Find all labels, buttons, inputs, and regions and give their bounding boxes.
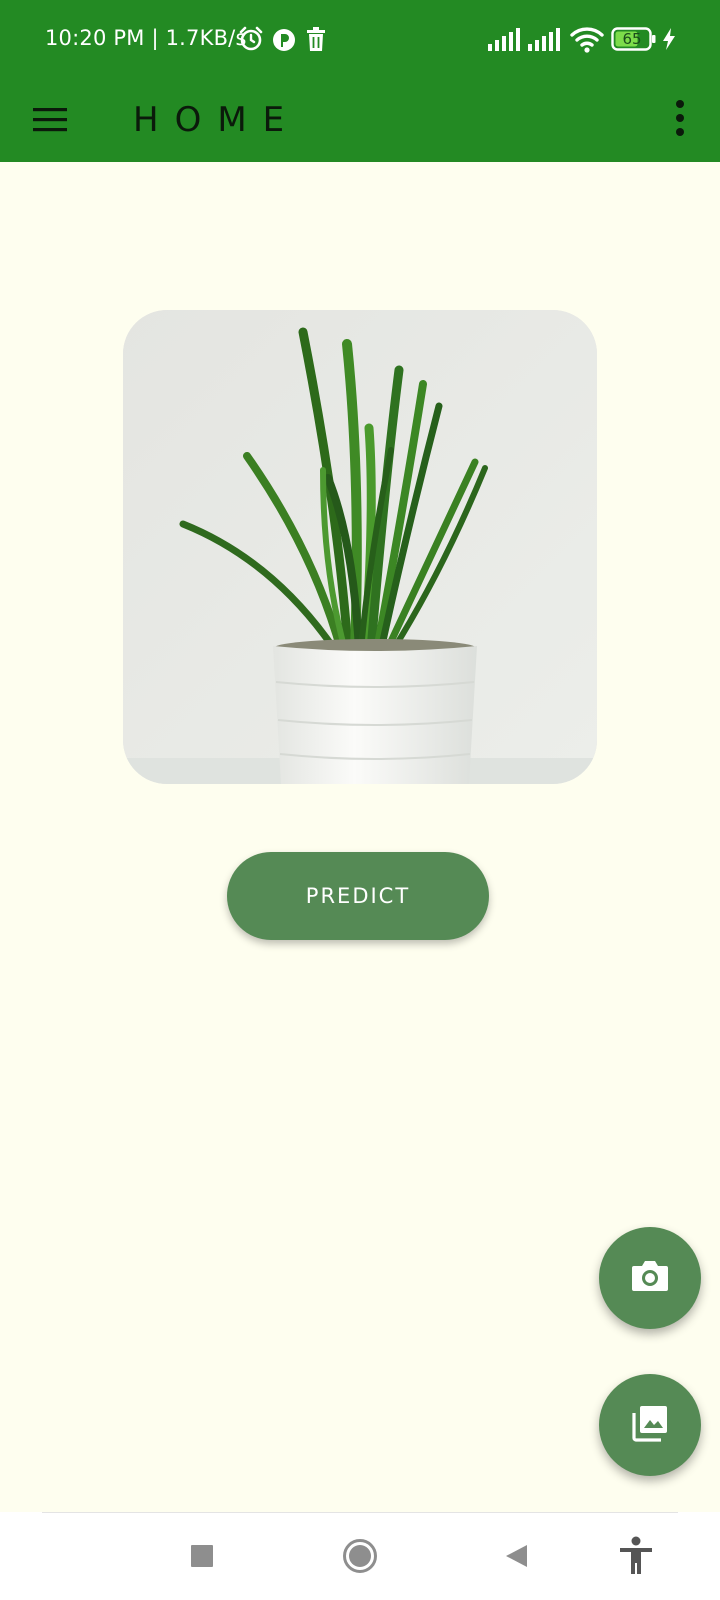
predict-button[interactable]: PREDICT (227, 852, 489, 940)
gallery-button[interactable] (599, 1374, 701, 1476)
plant-image (123, 310, 597, 784)
back-triangle-icon[interactable] (490, 1530, 542, 1582)
charging-icon (662, 28, 676, 54)
wifi-icon (570, 25, 604, 57)
nav-divider (42, 1512, 678, 1513)
more-vert-icon[interactable] (662, 94, 698, 142)
page-title: HOME (133, 100, 301, 140)
hamburger-menu-icon[interactable] (30, 100, 72, 142)
gallery-icon (630, 1403, 670, 1447)
app-notification-icon (271, 27, 297, 57)
screen: 10:20 PM | 1.7KB/s 65 HOME PREDICT (0, 0, 720, 1600)
signal-icon (488, 27, 522, 55)
alarm-icon (238, 26, 264, 56)
app-bar: HOME (0, 80, 720, 162)
navigation-bar (0, 1512, 720, 1600)
accessibility-icon[interactable] (610, 1530, 662, 1582)
camera-button[interactable] (599, 1227, 701, 1329)
trash-icon (305, 27, 327, 57)
signal-icon (528, 27, 562, 55)
predict-button-label: PREDICT (305, 884, 411, 908)
battery-level: 65 (622, 30, 642, 48)
recents-square-icon[interactable] (176, 1530, 228, 1582)
status-bar: 10:20 PM | 1.7KB/s 65 (0, 0, 720, 80)
home-circle-icon[interactable] (334, 1530, 386, 1582)
battery-icon: 65 (611, 27, 657, 51)
camera-icon (630, 1258, 670, 1298)
status-time-speed: 10:20 PM | 1.7KB/s (45, 26, 247, 50)
